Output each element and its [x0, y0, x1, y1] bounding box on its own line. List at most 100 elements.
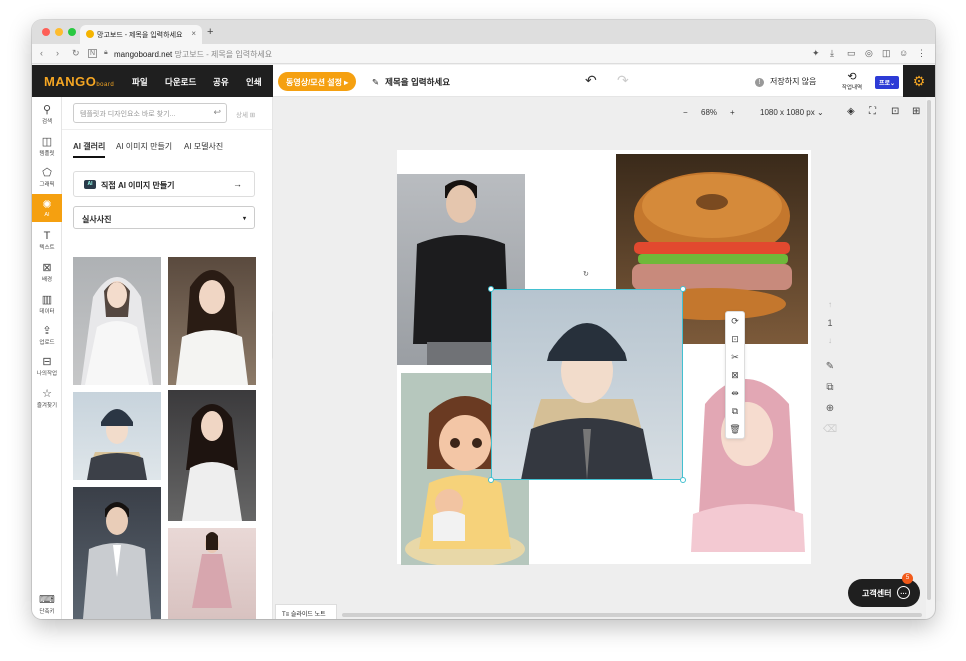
mangoboard-logo[interactable]: MANGOboard: [44, 74, 114, 89]
text-icon: T: [43, 230, 51, 242]
myworks-icon: ⊟: [42, 356, 52, 368]
settings-gear-icon[interactable]: ⚙: [903, 65, 935, 97]
history-button[interactable]: ⟲ 작업내역: [840, 70, 864, 91]
canvas-size-dropdown[interactable]: 1080 x 1080 px ⌄: [760, 108, 824, 117]
zoom-in-button[interactable]: +: [730, 108, 735, 117]
rail-item-upload[interactable]: ⇪ 업로드: [32, 324, 62, 346]
replace-icon[interactable]: ⟳: [726, 312, 744, 330]
undo-icon[interactable]: ↶: [585, 72, 597, 89]
grid-view-icon[interactable]: ⊞: [912, 106, 920, 117]
rail-item-graphic[interactable]: ⬠ 그래픽: [32, 166, 62, 188]
rail-item-text[interactable]: T 텍스트: [32, 230, 62, 251]
redo-icon[interactable]: ↷: [617, 72, 629, 89]
graphic-icon: ⬠: [42, 167, 52, 179]
photo-style-dropdown[interactable]: 실사사진 ▾: [73, 206, 255, 229]
rotate-handle-icon[interactable]: ↻: [583, 270, 589, 278]
close-tab-icon[interactable]: ×: [191, 29, 196, 38]
gallery-image[interactable]: [168, 257, 256, 385]
screen-icon[interactable]: ▭: [847, 48, 856, 59]
layers-icon[interactable]: ◈: [847, 106, 855, 117]
video-motion-button[interactable]: 동영상/모션 설정 ▸: [278, 72, 357, 91]
rail-item-search[interactable]: ⚲ 검색: [32, 103, 62, 125]
download-icon[interactable]: ⤓: [830, 48, 834, 59]
resize-handle[interactable]: [488, 286, 494, 292]
detail-search-button[interactable]: 상세 ⊞: [236, 109, 255, 119]
rail-item-myworks[interactable]: ⊟ 나의작업: [32, 355, 62, 377]
lock-icon[interactable]: ⊡: [726, 330, 744, 348]
back-icon[interactable]: ‹: [40, 48, 43, 58]
menu-share[interactable]: 공유: [213, 76, 229, 88]
camera-icon[interactable]: ◎: [865, 48, 873, 59]
rail-item-ai[interactable]: ✺ AI: [32, 194, 62, 222]
resize-handle[interactable]: [680, 477, 686, 483]
document-title-input[interactable]: ✎ 제목을 입력하세요: [372, 76, 450, 88]
url-field[interactable]: mangoboard.net 망고보드 - 제목을 입력하세요: [114, 49, 272, 60]
image-edit-icon[interactable]: ⊠: [726, 366, 744, 384]
profile-icon[interactable]: ☺: [899, 48, 908, 58]
rail-item-favorites[interactable]: ☆ 즐겨찾기: [32, 387, 62, 409]
tab-ai-gallery[interactable]: AI 갤러리: [73, 141, 106, 158]
rail-item-background[interactable]: ⊠ 배경: [32, 261, 62, 283]
menu-download[interactable]: 다운로드: [165, 76, 196, 88]
crop-icon[interactable]: ✂: [726, 348, 744, 366]
sidebar-icon[interactable]: ◫: [882, 48, 891, 59]
minimize-window-icon[interactable]: [55, 28, 63, 36]
gallery-image[interactable]: [168, 528, 256, 619]
search-icon: ⚲: [42, 104, 52, 116]
color-picker-icon[interactable]: ✎: [823, 361, 837, 372]
pro-badge[interactable]: 프로⌄: [875, 76, 900, 89]
menu-file[interactable]: 파일: [132, 76, 148, 88]
page-up-icon[interactable]: ↑: [823, 300, 837, 309]
maximize-window-icon[interactable]: [68, 28, 76, 36]
copy-page-icon[interactable]: ⧉: [823, 382, 837, 393]
delete-icon[interactable]: 🗑︎: [726, 420, 744, 438]
page-down-icon[interactable]: ↓: [823, 336, 837, 345]
duplicate-icon[interactable]: ⧉: [726, 402, 744, 420]
pencil-icon: ✎: [372, 77, 380, 87]
tab-ai-image-create[interactable]: AI 이미지 만들기: [116, 141, 172, 152]
selection-box[interactable]: [491, 289, 683, 480]
gallery-image[interactable]: [73, 257, 161, 385]
resize-handle[interactable]: [488, 477, 494, 483]
vertical-scrollbar[interactable]: [927, 100, 931, 600]
slide-note-tab[interactable]: T≡ 슬라이드 노트: [275, 604, 337, 619]
page-number: 1: [827, 318, 833, 328]
forward-icon[interactable]: ›: [56, 48, 59, 58]
gallery-image[interactable]: [168, 390, 256, 521]
add-page-icon[interactable]: ⊕: [823, 403, 837, 414]
new-tab-button[interactable]: +: [207, 26, 213, 38]
zoom-level[interactable]: 68%: [701, 108, 717, 117]
fit-screen-icon[interactable]: ⛶: [869, 106, 876, 117]
template-icon: ◫: [41, 136, 53, 148]
woman-white-shirt-photo: [176, 270, 248, 385]
close-window-icon[interactable]: [42, 28, 50, 36]
horizontal-scrollbar[interactable]: [342, 613, 922, 617]
page-view-icon[interactable]: ⊡: [891, 106, 899, 117]
gallery-image[interactable]: [73, 487, 161, 619]
tab-ai-model-photo[interactable]: AI 모델사진: [184, 141, 223, 152]
reload-icon[interactable]: ↻: [72, 48, 80, 59]
pink-hair-woman-image[interactable]: [685, 364, 811, 552]
menu-print[interactable]: 인쇄: [246, 76, 262, 88]
extension-icon[interactable]: ✦: [812, 48, 820, 59]
rail-item-shortcuts[interactable]: ⌨ 단축키: [32, 593, 62, 615]
template-search-input[interactable]: 템플릿과 디자인요소 바로 찾기... ↩: [73, 103, 227, 123]
browser-tab[interactable]: 망고보드 - 제목을 입력하세요 ×: [80, 25, 202, 44]
reader-icon[interactable]: N: [88, 49, 98, 58]
create-ai-image-button[interactable]: AI 직접 AI 이미지 만들기 →: [73, 171, 255, 197]
notification-badge: 5: [902, 573, 913, 584]
tool-rail: ⚲ 검색 ◫ 템플릿 ⬠ 그래픽 ✺ AI T 텍스트 ⊠ 배경 ▥ 데이터 ⇪ 업로드 ⊟ 나의…: [32, 97, 62, 619]
enter-icon[interactable]: ↩: [213, 107, 221, 118]
more-icon[interactable]: ⋮: [917, 48, 926, 59]
flip-icon[interactable]: ⇹: [726, 384, 744, 402]
arrow-right-icon: →: [233, 179, 242, 189]
canvas-area: − 68% + 1080 x 1080 px ⌄ ◈ ⛶ ⊡ ⊞ ↻ ⟳ ⊡ ✂…: [273, 97, 926, 619]
rail-item-data[interactable]: ▥ 데이터: [32, 293, 62, 315]
chat-icon: …: [897, 586, 910, 599]
delete-page-icon[interactable]: ⌫: [823, 424, 837, 435]
gallery-image[interactable]: [73, 392, 161, 480]
zoom-out-button[interactable]: −: [683, 108, 688, 117]
rail-item-template[interactable]: ◫ 템플릿: [32, 135, 62, 157]
design-page[interactable]: ↻: [397, 150, 811, 565]
resize-handle[interactable]: [680, 286, 686, 292]
